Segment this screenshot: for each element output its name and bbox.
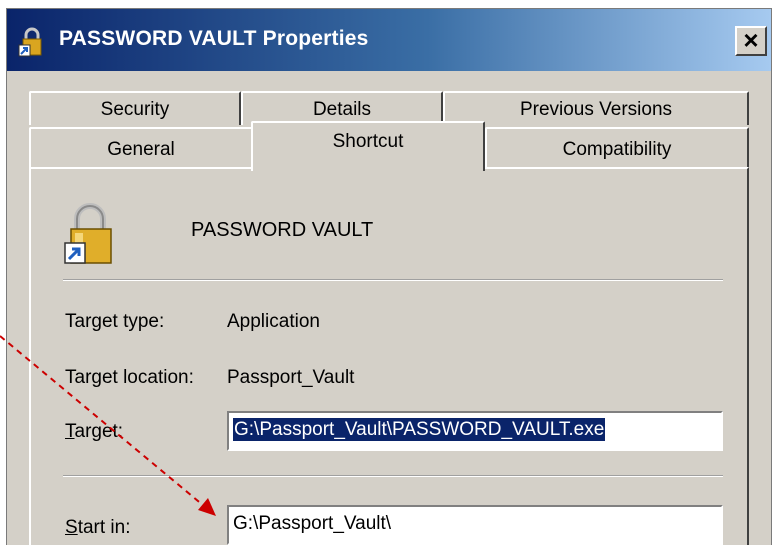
tab-general[interactable]: General [29,127,253,167]
target-label: Target: [65,421,123,443]
start-in-label: Start in: [65,517,131,539]
properties-dialog: PASSWORD VAULT Properties × Security Det… [6,8,772,545]
target-type-label: Target type: [65,311,165,332]
target-location-label: Target location: [65,367,194,388]
target-value: G:\Passport_Vault\PASSWORD_VAULT.exe [233,418,606,441]
tab-label: Security [100,99,170,120]
start-in-label-mnemonic: S [65,517,78,538]
shortcut-panel: PASSWORD VAULT Target type: Application … [29,167,749,545]
close-button[interactable]: × [735,26,767,56]
tab-shortcut[interactable]: Shortcut [251,121,485,171]
tab-compatibility[interactable]: Compatibility [485,127,749,167]
title-bar[interactable]: PASSWORD VAULT Properties × [7,9,771,71]
tab-label: Compatibility [562,139,672,160]
target-type-value: Application [227,311,320,332]
padlock-shortcut-icon [64,203,112,264]
shortcut-name: PASSWORD VAULT [191,219,374,241]
tab-label: Details [312,99,372,120]
target-location-value: Passport_Vault [227,367,355,388]
target-field[interactable]: G:\Passport_Vault\PASSWORD_VAULT.exe [227,411,723,451]
separator [63,279,723,281]
start-in-field[interactable]: G:\Passport_Vault\ [227,505,723,545]
tab-label: Shortcut [332,131,404,152]
padlock-icon [18,27,42,57]
tab-security[interactable]: Security [29,91,241,125]
tab-details[interactable]: Details [241,91,443,125]
start-in-label-rest: tart in: [77,517,131,538]
tab-label: Previous Versions [519,99,673,120]
tab-label: General [107,139,175,160]
target-label-rest: arget: [74,421,124,442]
target-label-mnemonic: T [65,421,75,442]
tab-previous-versions[interactable]: Previous Versions [443,91,749,125]
separator [63,475,723,477]
start-in-value: G:\Passport_Vault\ [233,513,392,534]
window-title: PASSWORD VAULT Properties [59,27,369,50]
